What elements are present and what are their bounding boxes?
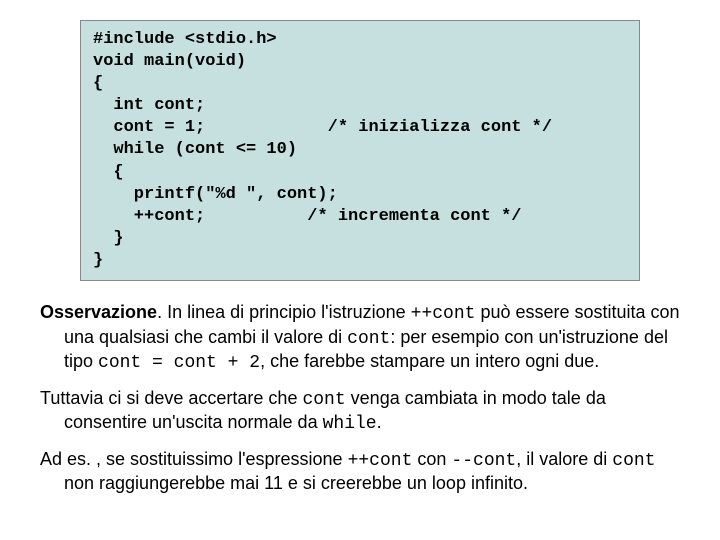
slide: #include <stdio.h> void main(void) { int… bbox=[0, 0, 720, 540]
inline-code: cont bbox=[302, 390, 345, 410]
code-line: int cont; bbox=[93, 96, 205, 115]
code-line: while (cont <= 10) bbox=[93, 140, 297, 159]
paragraph-example: Ad es. , se sostituissimo l'espressione … bbox=[40, 448, 680, 495]
paragraph-observation: Osservazione. In linea di principio l'is… bbox=[40, 301, 680, 375]
inline-code: while bbox=[323, 414, 377, 434]
code-comment: /* incrementa cont */ bbox=[307, 207, 521, 226]
lead-word: Osservazione bbox=[40, 302, 157, 322]
inline-code: cont = cont + 2 bbox=[98, 353, 260, 373]
text: non raggiungerebbe mai 11 e si creerebbe… bbox=[64, 473, 528, 493]
inline-code: ++cont bbox=[348, 451, 413, 471]
code-block: #include <stdio.h> void main(void) { int… bbox=[80, 20, 640, 281]
code-line: #include <stdio.h> bbox=[93, 30, 277, 49]
text: . In linea di principio l'istruzione bbox=[157, 302, 411, 322]
code-line: ++cont; bbox=[93, 207, 205, 226]
code-line: printf("%d ", cont); bbox=[93, 185, 338, 204]
inline-code: cont bbox=[347, 329, 390, 349]
text: , il valore di bbox=[516, 449, 612, 469]
code-line: { bbox=[93, 74, 103, 93]
paragraph-warning: Tuttavia ci si deve accertare che cont v… bbox=[40, 387, 680, 436]
text: . bbox=[377, 412, 382, 432]
text: con bbox=[412, 449, 451, 469]
inline-code: ++cont bbox=[411, 304, 476, 324]
code-line: } bbox=[93, 251, 103, 270]
code-line: void main(void) bbox=[93, 52, 246, 71]
code-line: cont = 1; bbox=[93, 118, 205, 137]
code-line: } bbox=[93, 229, 124, 248]
text: Ad es. , se sostituissimo l'espressione bbox=[40, 449, 348, 469]
inline-code: --cont bbox=[451, 451, 516, 471]
text: Tuttavia ci si deve accertare che bbox=[40, 388, 302, 408]
code-comment: /* inizializza cont */ bbox=[328, 118, 552, 137]
text: , che farebbe stampare un intero ogni du… bbox=[260, 351, 599, 371]
inline-code: cont bbox=[612, 451, 655, 471]
code-line: { bbox=[93, 163, 124, 182]
notes-section: Osservazione. In linea di principio l'is… bbox=[40, 301, 680, 495]
